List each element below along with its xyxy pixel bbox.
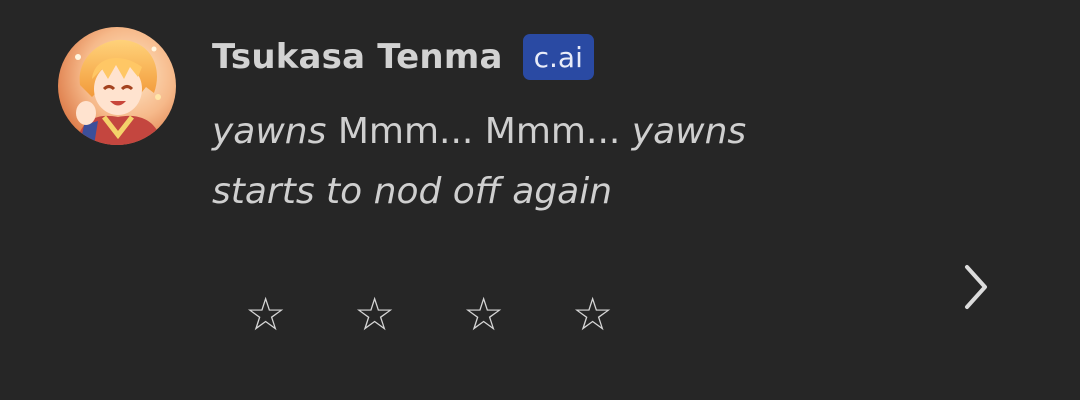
next-response-button[interactable] [955, 259, 999, 315]
author-name[interactable]: Tsukasa Tenma [212, 37, 503, 77]
star-icon[interactable]: ☆ [572, 290, 681, 338]
star-rating: ☆ ☆ ☆ ☆ [245, 290, 681, 338]
action-text: yawns [212, 111, 327, 152]
star-icon[interactable]: ☆ [354, 290, 463, 338]
avatar[interactable] [58, 27, 176, 145]
star-icon[interactable]: ☆ [463, 290, 572, 338]
message-header: Tsukasa Tenma c.ai [212, 34, 594, 80]
chevron-right-icon [965, 265, 987, 309]
message-text: yawns Mmm... Mmm... yawns starts to nod … [212, 102, 852, 222]
action-text: starts to nod off again [212, 171, 613, 212]
action-text: yawns [631, 111, 747, 152]
avatar-image [58, 27, 176, 145]
speech-text: Mmm... Mmm... [326, 111, 632, 152]
star-icon[interactable]: ☆ [245, 290, 354, 338]
cai-badge: c.ai [522, 34, 594, 80]
chat-message: Tsukasa Tenma c.ai yawns Mmm... Mmm... y… [0, 0, 1080, 400]
